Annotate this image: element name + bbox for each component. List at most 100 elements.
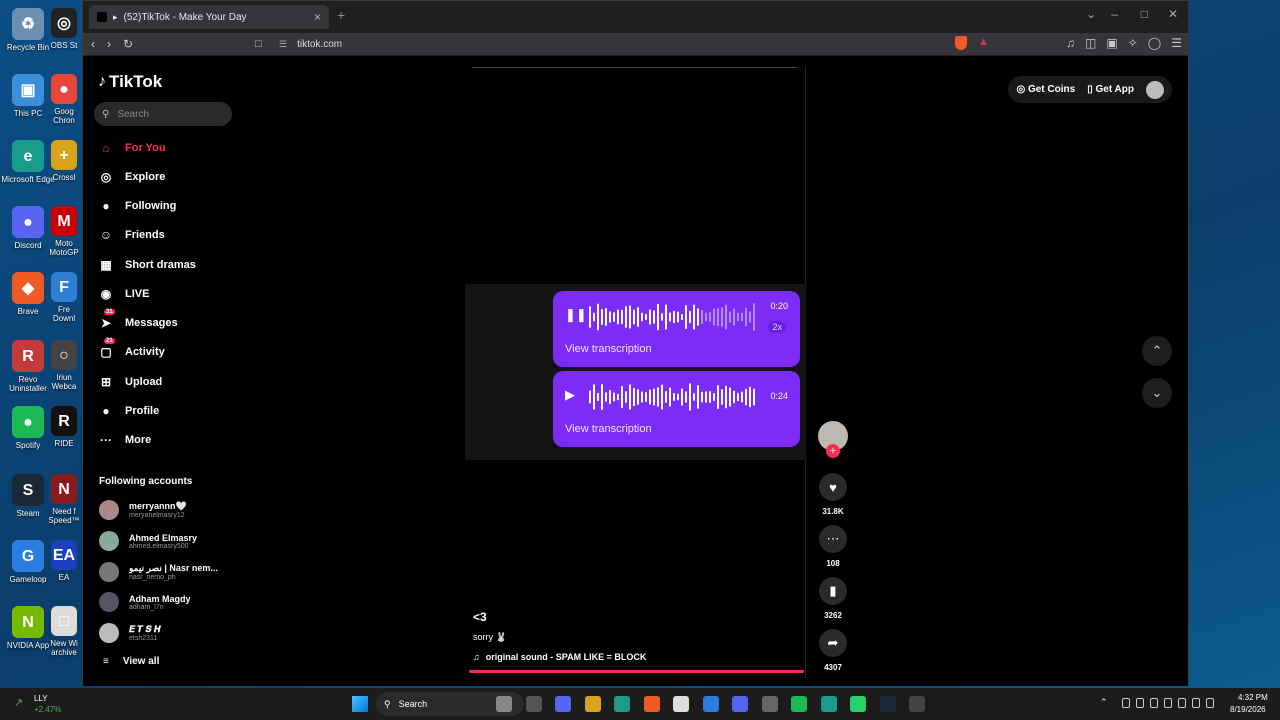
menu-icon[interactable]: ☰ [1171, 36, 1182, 50]
like-button[interactable]: ♥ 31.8K [817, 473, 849, 516]
desktop-icon[interactable]: R RIDE [46, 406, 82, 448]
creator-avatar[interactable]: + [817, 421, 849, 458]
minimize-icon[interactable]: – [1111, 7, 1118, 21]
display-icon[interactable] [1192, 698, 1200, 708]
desktop-icon[interactable]: ● Goog Chron [46, 74, 82, 125]
taskbar-app-icon[interactable] [584, 696, 601, 712]
previous-video-button[interactable]: ⌃ [1142, 336, 1172, 366]
taskbar-app-icon[interactable] [761, 696, 778, 712]
view-transcription-2[interactable]: View transcription [565, 423, 652, 435]
desktop-icon[interactable]: □ New Wi archive [46, 606, 82, 657]
share-icon[interactable]: ➦ [819, 629, 847, 657]
taskbar-app-icon[interactable] [525, 696, 542, 712]
desktop-icon[interactable]: ◎ OBS St [46, 8, 82, 50]
view-all-button[interactable]: ≡ View all [103, 656, 159, 667]
wallet-icon[interactable]: ▣ [1106, 36, 1117, 50]
volume-icon[interactable] [1206, 698, 1214, 708]
start-icon[interactable] [352, 696, 368, 712]
new-tab-button[interactable]: + [337, 7, 345, 23]
stock-ticker[interactable]: LLY [34, 694, 48, 703]
video-progress-bar[interactable] [469, 670, 804, 673]
sidebar-item-short-dramas[interactable]: ▦ Short dramas [97, 254, 196, 276]
sidebar-icon[interactable]: ◫ [1085, 36, 1096, 50]
clock-time[interactable]: 4:32 PM [1238, 693, 1268, 702]
desktop-icon[interactable]: EA EA [46, 540, 82, 582]
play-icon[interactable]: ▶ [565, 387, 575, 403]
user-avatar[interactable] [1146, 80, 1164, 99]
language-icon[interactable] [1178, 698, 1186, 708]
desktop-icon[interactable]: F Fre Downl [46, 272, 82, 323]
brave-shield-icon[interactable] [955, 36, 967, 50]
share-button[interactable]: ➦ 4307 [817, 629, 849, 672]
sidebar-item-explore[interactable]: ◎ Explore [97, 166, 166, 188]
sidebar-item-activity[interactable]: ▢ 21 Activity [97, 338, 165, 363]
get-app-button[interactable]: ▯ Get App [1087, 84, 1134, 95]
taskbar-app-icon[interactable] [820, 696, 837, 712]
close-tab-icon[interactable]: × [314, 10, 321, 24]
desktop-icon[interactable]: M Moto MotoGP [46, 206, 82, 257]
sidebar-item-friends[interactable]: ☺ Friends [97, 224, 165, 246]
forward-icon[interactable]: › [107, 37, 111, 51]
taskbar-app-icon[interactable] [791, 696, 807, 712]
vpn-icon[interactable]: ◯ [1148, 36, 1161, 50]
close-window-icon[interactable]: ✕ [1168, 7, 1178, 21]
tab-tiktok[interactable]: ▸ (52)TikTok - Make Your Day × [89, 5, 329, 29]
following-account[interactable]: نصر نيمو | Nasr nem... nasr_nemo_ph [99, 559, 239, 585]
sidebar-item-for-you[interactable]: ⌂ For You [97, 137, 165, 159]
taskbar-app-icon[interactable] [496, 696, 512, 712]
voice-message-1[interactable]: ❚❚ 0:20 2x View transcription [553, 291, 800, 367]
wifi-icon[interactable] [1122, 698, 1130, 708]
voice-message-2[interactable]: ▶ 0:24 View transcription [553, 371, 800, 447]
sidebar-item-messages[interactable]: ➤ 31 Messages [97, 309, 178, 334]
sidebar-item-more[interactable]: ··· More [97, 429, 151, 451]
taskbar-app-icon[interactable] [732, 696, 748, 712]
taskbar-app-icon[interactable] [614, 696, 630, 712]
tray-chevron-icon[interactable]: ⌃ [1100, 697, 1108, 708]
bookmark-icon[interactable]: □ [255, 38, 262, 50]
playback-speed-button[interactable]: 2x [768, 321, 786, 333]
sidebar-item-profile[interactable]: ● Profile [97, 400, 159, 422]
get-coins-button[interactable]: ◎ Get Coins [1016, 84, 1075, 95]
following-account[interactable]: 𝑬 𝑻 𝑺 𝑯etsh2311 [99, 620, 239, 646]
comment-icon[interactable]: ⋯ [819, 525, 847, 553]
reload-icon[interactable]: ↻ [123, 37, 133, 51]
comment-button[interactable]: ⋯ 108 [817, 525, 849, 568]
video-player[interactable]: ❚❚ 0:20 2x View transcription ▶ 0:24 Vie… [465, 66, 806, 678]
pause-icon[interactable]: ❚❚ [565, 307, 587, 323]
save-button[interactable]: ▮ 3262 [817, 577, 849, 620]
brave-rewards-icon[interactable]: ▲ [978, 36, 989, 48]
taskbar-app-icon[interactable] [643, 696, 660, 712]
battery-icon[interactable] [1164, 698, 1172, 708]
sidebar-item-live[interactable]: ◉ LIVE [97, 283, 150, 305]
tab-search-icon[interactable]: ⌄ [1086, 7, 1096, 21]
maximize-icon[interactable]: □ [1141, 7, 1148, 21]
site-info-icon[interactable]: ☰ [279, 39, 287, 50]
taskbar-app-icon[interactable] [909, 696, 925, 712]
view-transcription-1[interactable]: View transcription [565, 343, 652, 355]
media-icon[interactable]: ♫ [1066, 36, 1075, 50]
taskbar-app-icon[interactable] [673, 696, 689, 712]
following-account[interactable]: Adham Magdy adham_l7n [99, 589, 239, 615]
mic-icon[interactable] [1150, 698, 1158, 708]
following-account[interactable]: merryannn🤍 meryanelmasry12 [99, 497, 239, 523]
network-icon[interactable] [1136, 698, 1144, 708]
address-bar[interactable]: ☰ tiktok.com [273, 34, 948, 54]
following-account[interactable]: Ahmed Elmasry ahmed.elmasry500 [99, 528, 239, 554]
stock-icon[interactable]: ↗ [14, 696, 23, 709]
taskbar-app-icon[interactable] [879, 696, 896, 712]
speaker-icon[interactable]: ▸ [113, 12, 118, 23]
follow-plus-icon[interactable]: + [826, 444, 840, 458]
sound-link[interactable]: ♫ original sound - SPAM LIKE = BLOCK [473, 652, 646, 662]
desktop-icon[interactable]: + Crossl [46, 140, 82, 182]
extensions-icon[interactable]: ✧ [1128, 36, 1138, 50]
heart-icon[interactable]: ♥ [819, 473, 847, 501]
sidebar-item-upload[interactable]: ⊞ Upload [97, 371, 162, 393]
desktop-icon[interactable]: ○ Iriun Webca [46, 340, 82, 391]
sidebar-item-following[interactable]: ● Following [97, 195, 176, 217]
next-video-button[interactable]: ⌄ [1142, 378, 1172, 408]
taskbar-app-icon[interactable] [702, 696, 719, 712]
bookmark-icon[interactable]: ▮ [819, 577, 847, 605]
back-icon[interactable]: ‹ [91, 37, 95, 51]
search-input[interactable]: ⚲ Search [94, 102, 232, 126]
tiktok-logo[interactable]: ♪ TikTok [98, 72, 162, 92]
